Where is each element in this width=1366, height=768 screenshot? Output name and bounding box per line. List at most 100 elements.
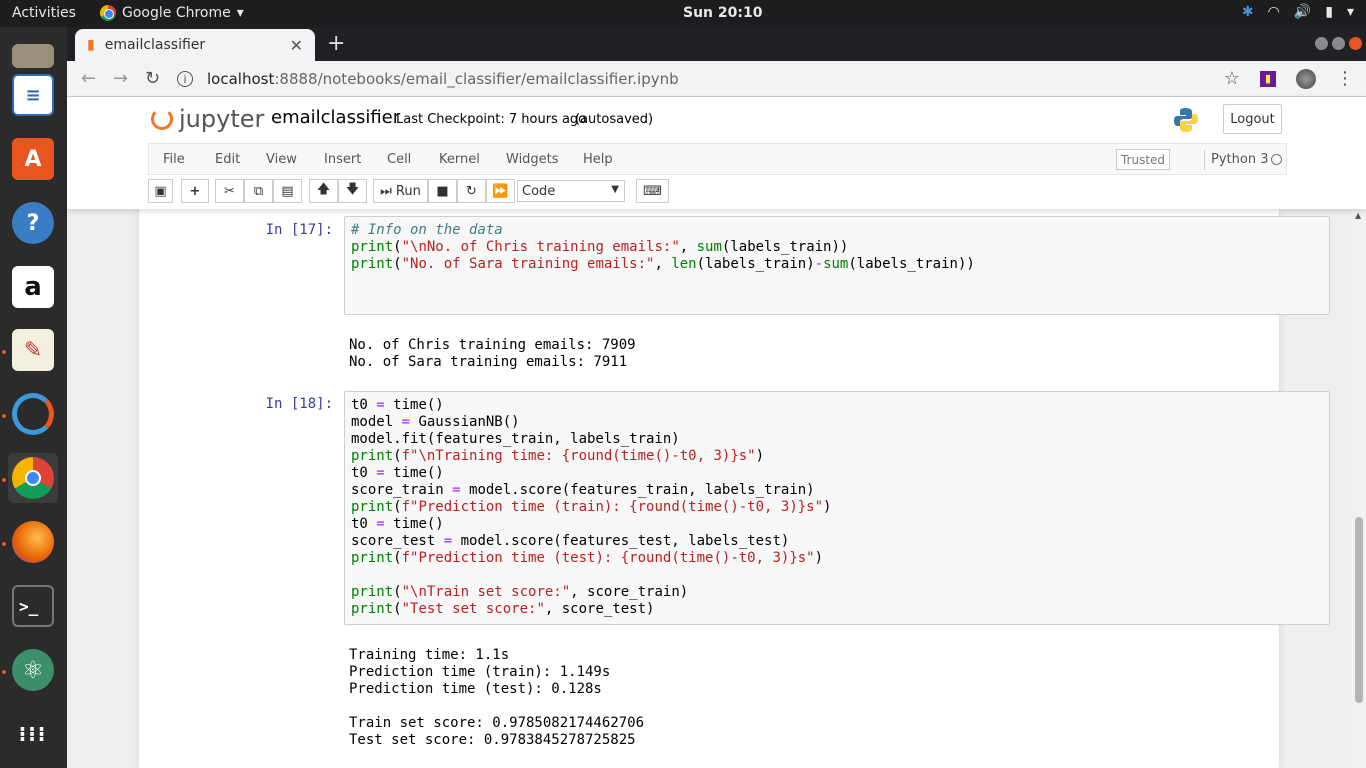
help-icon: ?: [12, 202, 54, 244]
command-palette-button[interactable]: ⌨: [636, 179, 669, 203]
menu-cell[interactable]: Cell: [387, 152, 411, 167]
wifi-icon[interactable]: ◠: [1268, 4, 1280, 20]
notebook-name[interactable]: emailclassifier: [271, 107, 400, 128]
trusted-indicator[interactable]: Trusted: [1116, 149, 1170, 170]
url-path: :8888/notebooks/email_classifier/emailcl…: [274, 70, 679, 88]
text-editor-icon: ✎: [12, 329, 54, 371]
dock-item-amazon[interactable]: a: [8, 262, 58, 312]
dock-item-text-editor[interactable]: ✎: [8, 325, 58, 375]
speaker-icon: [12, 44, 54, 68]
dock-item-software[interactable]: A: [8, 134, 58, 184]
back-arrow-icon[interactable]: ←: [81, 68, 96, 89]
show-applications-button[interactable]: ⁝⁝⁝: [8, 709, 58, 759]
battery-icon[interactable]: ▮: [1325, 4, 1333, 20]
code-cell-input[interactable]: # Info on the data print("\nNo. of Chris…: [344, 216, 1330, 315]
info-icon[interactable]: i: [177, 71, 193, 87]
restart-button[interactable]: ↻: [457, 179, 486, 203]
paste-icon: ▤: [281, 183, 294, 199]
dock-item-firefox[interactable]: [8, 517, 58, 567]
running-indicator: [2, 350, 6, 354]
checkpoint-status: Last Checkpoint: 7 hours ago: [396, 112, 587, 127]
jupyter-logo[interactable]: jupyter: [151, 105, 264, 133]
copy-icon: ⧉: [253, 183, 264, 199]
fast-forward-icon: ⏩: [492, 183, 509, 199]
code-editor[interactable]: t0 = time() model = GaussianNB() model.f…: [345, 392, 1329, 623]
chevron-down-icon[interactable]: ▾: [1347, 4, 1354, 20]
address-bar[interactable]: i localhost:8888/notebooks/email_classif…: [177, 65, 1257, 93]
stop-icon: ■: [436, 183, 449, 199]
logout-button[interactable]: Logout: [1223, 104, 1282, 134]
move-up-button[interactable]: 🡅: [309, 179, 338, 203]
cut-button[interactable]: ✂: [215, 179, 244, 203]
run-button[interactable]: ⏭ Run: [373, 179, 428, 203]
dock-item-chrome[interactable]: [8, 453, 58, 503]
dock-item-terminal[interactable]: >_: [8, 581, 58, 631]
chrome-window: ▮ emailclassifier ✕ + ← → ↻ i localhost:…: [67, 27, 1366, 768]
autosave-status: (autosaved): [575, 112, 654, 127]
menu-file[interactable]: File: [163, 152, 185, 167]
reload-icon[interactable]: ↻: [145, 68, 160, 89]
code-cell-input[interactable]: t0 = time() model = GaussianNB() model.f…: [344, 391, 1330, 625]
input-prompt: In [18]:: [265, 396, 333, 412]
forward-arrow-icon[interactable]: →: [113, 68, 128, 89]
dock-item-orange-app[interactable]: [8, 389, 58, 439]
paste-button[interactable]: ▤: [273, 179, 302, 203]
scissors-icon: ✂: [224, 183, 235, 199]
bluetooth-icon[interactable]: ✱: [1242, 4, 1254, 20]
menu-kernel[interactable]: Kernel: [439, 152, 480, 167]
cell-output: No. of Chris training emails: 7909 No. o…: [349, 337, 636, 370]
arrow-up-icon: 🡅: [316, 182, 331, 197]
insert-cell-button[interactable]: +: [181, 179, 209, 203]
cell-type-select[interactable]: Code ▼: [517, 180, 625, 202]
restart-run-all-button[interactable]: ⏩: [486, 179, 515, 203]
chrome-menu-icon[interactable]: ⋮: [1336, 68, 1354, 89]
plus-icon: +: [189, 183, 201, 199]
activities-button[interactable]: Activities: [12, 5, 76, 21]
dock-item-atom[interactable]: ⚛: [8, 645, 58, 695]
notebook-area[interactable]: In [17]: # Info on the data print("\nNo.…: [67, 209, 1366, 768]
menu-insert[interactable]: Insert: [324, 152, 361, 167]
scroll-up-icon[interactable]: ▲: [1355, 211, 1361, 220]
save-button[interactable]: ▣: [148, 179, 173, 203]
copy-button[interactable]: ⧉: [244, 179, 273, 203]
clock[interactable]: Sun 20:10: [683, 5, 762, 21]
terminal-icon: >_: [12, 585, 54, 627]
dock-item-speaker[interactable]: [8, 21, 58, 71]
menu-widgets[interactable]: Widgets: [506, 152, 559, 167]
running-indicator: [2, 670, 6, 674]
software-center-icon: A: [12, 138, 54, 180]
url-host: localhost: [207, 70, 275, 88]
move-down-button[interactable]: 🡇: [338, 179, 367, 203]
dock-item-writer[interactable]: ≡: [8, 70, 58, 120]
close-window-icon[interactable]: [1349, 37, 1362, 50]
dock-item-help[interactable]: ?: [8, 198, 58, 248]
vertical-scrollbar[interactable]: ▲: [1352, 209, 1366, 768]
running-indicator: [2, 478, 6, 482]
new-tab-button[interactable]: +: [327, 31, 345, 56]
arrow-down-icon: 🡇: [345, 182, 360, 197]
minimize-icon[interactable]: [1315, 37, 1328, 50]
jupyter-logo-text: jupyter: [179, 105, 265, 133]
menu-edit[interactable]: Edit: [215, 152, 240, 167]
scrollbar-thumb[interactable]: [1355, 517, 1363, 703]
bookmark-star-icon[interactable]: ☆: [1224, 68, 1240, 89]
chevron-down-icon: ▼: [611, 184, 619, 195]
kernel-name[interactable]: Python 3: [1211, 152, 1268, 167]
app-menu[interactable]: Google Chrome ▾: [100, 5, 244, 21]
extension-icon[interactable]: ▮: [1260, 70, 1276, 87]
tab-emailclassifier[interactable]: ▮ emailclassifier ✕: [75, 29, 315, 61]
jupyter-logo-icon: [151, 108, 173, 130]
code-editor[interactable]: # Info on the data print("\nNo. of Chris…: [345, 217, 1329, 278]
app-menu-label: Google Chrome: [122, 5, 231, 21]
interrupt-button[interactable]: ■: [428, 179, 457, 203]
browser-toolbar: ← → ↻ i localhost:8888/notebooks/email_c…: [67, 61, 1366, 97]
close-tab-icon[interactable]: ✕: [290, 36, 303, 55]
menu-help[interactable]: Help: [583, 152, 613, 167]
menu-view[interactable]: View: [266, 152, 297, 167]
system-tray[interactable]: ✱ ◠ 🔊 ▮ ▾: [1242, 4, 1354, 20]
jupyter-header: jupyter emailclassifier Last Checkpoint:…: [67, 97, 1366, 209]
maximize-icon[interactable]: [1332, 37, 1345, 50]
volume-icon[interactable]: 🔊: [1294, 4, 1311, 20]
profile-avatar[interactable]: [1296, 68, 1316, 89]
kernel-idle-icon: [1271, 154, 1282, 165]
